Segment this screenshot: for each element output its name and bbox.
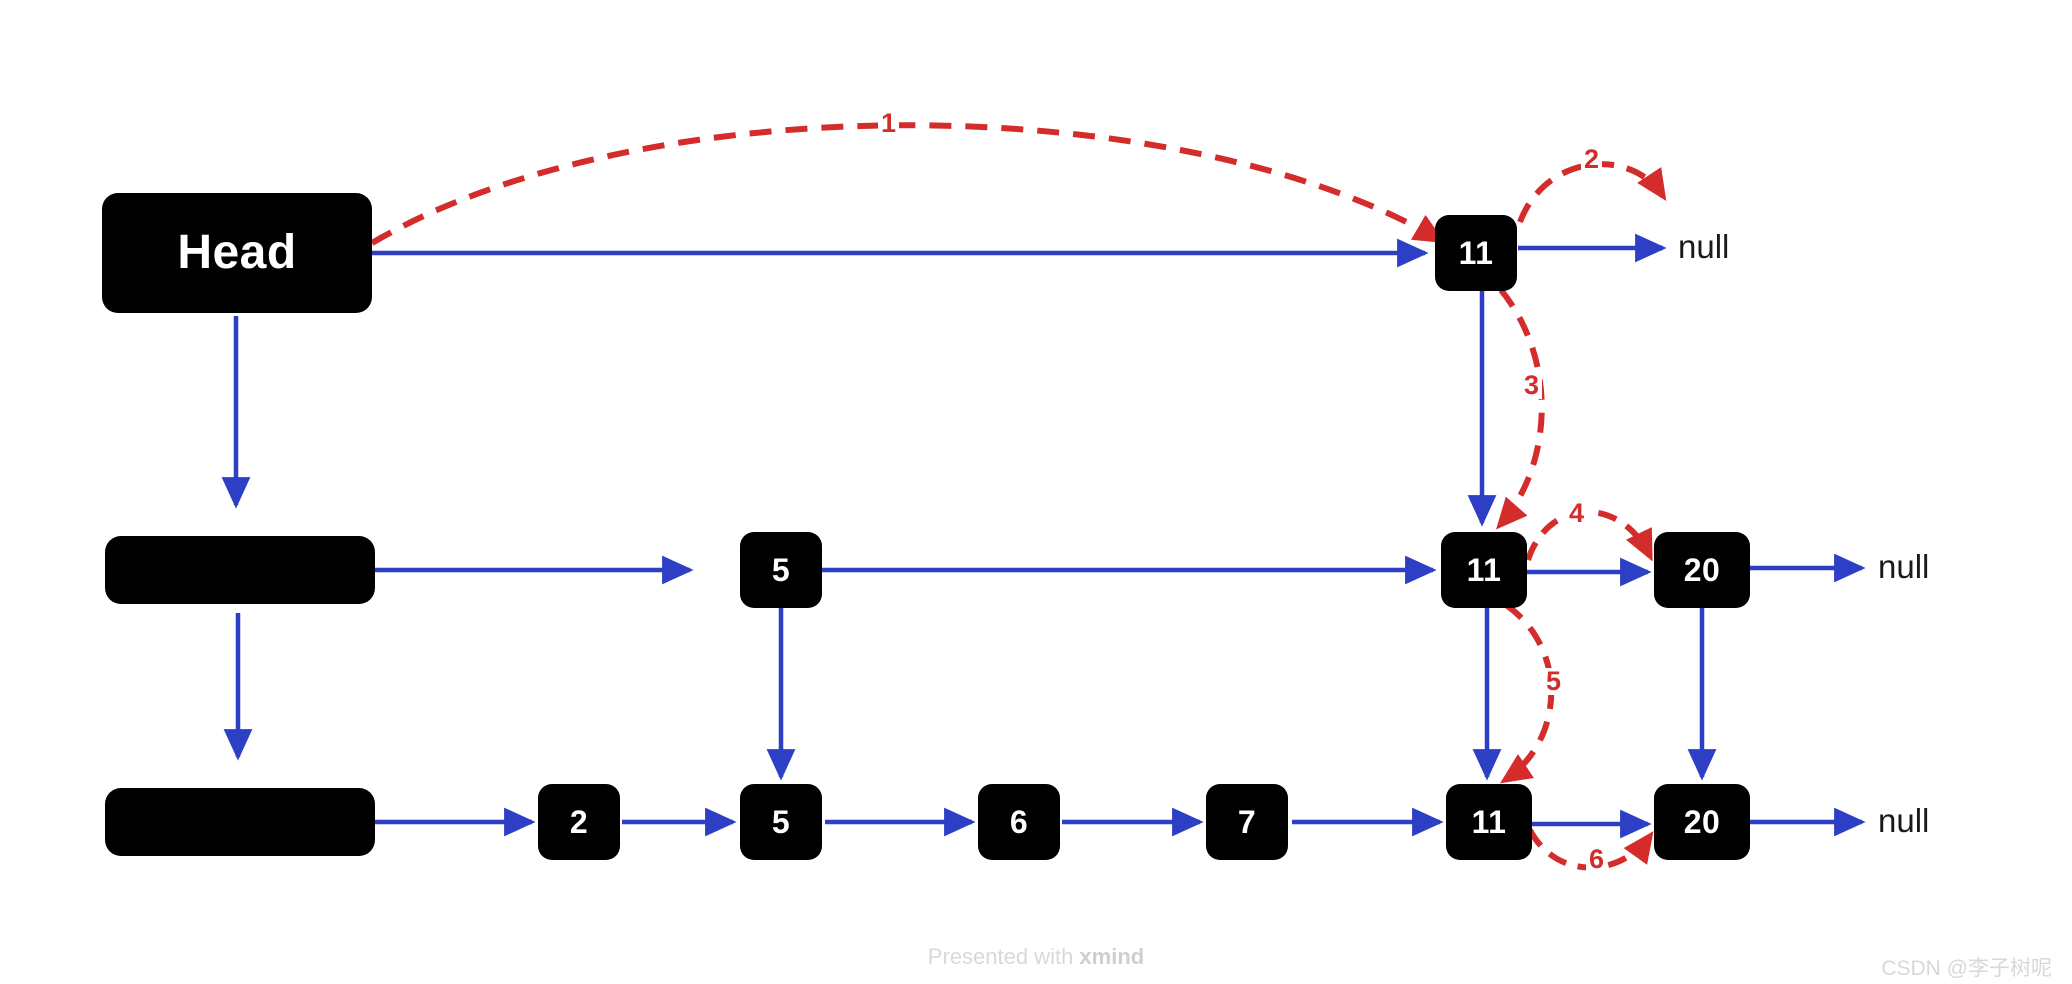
xmind-watermark-brand: xmind <box>1079 944 1145 969</box>
xmind-watermark: Presented with xmind <box>0 944 2072 970</box>
step-label-5: 5 <box>1543 668 1565 695</box>
node-level2-11[interactable]: 11 <box>1441 532 1527 608</box>
node-level3-11[interactable]: 11 <box>1435 215 1517 291</box>
node-level1-7-label: 7 <box>1237 804 1257 840</box>
step-label-3: 3 <box>1521 372 1543 399</box>
node-level2-5-label: 5 <box>771 552 791 588</box>
node-level1-20-label: 20 <box>1683 804 1721 840</box>
node-level1-head[interactable] <box>105 788 375 856</box>
node-level1-6[interactable]: 6 <box>978 784 1060 860</box>
node-level1-11-label: 11 <box>1471 804 1507 840</box>
null-label-level2: null <box>1878 548 1930 585</box>
null-label-level3: null <box>1678 228 1730 265</box>
step-label-2: 2 <box>1581 146 1603 173</box>
node-head-label: Head <box>177 226 297 279</box>
node-level1-11[interactable]: 11 <box>1446 784 1532 860</box>
node-level1-2-label: 2 <box>569 804 589 840</box>
csdn-watermark: CSDN @李子树呢 <box>1881 957 2052 980</box>
step-label-6: 6 <box>1586 846 1608 873</box>
node-level3-11-label: 11 <box>1458 235 1494 271</box>
step-arrow-4 <box>1525 508 1653 562</box>
node-level1-5-label: 5 <box>771 804 791 840</box>
node-level1-20[interactable]: 20 <box>1654 784 1750 860</box>
node-level2-20[interactable]: 20 <box>1654 532 1750 608</box>
node-level1-5[interactable]: 5 <box>740 784 822 860</box>
node-level2-head[interactable] <box>105 536 375 604</box>
step-arrow-3 <box>1496 288 1545 530</box>
node-level2-11-label: 11 <box>1466 552 1502 588</box>
diagram-canvas: Head 11 null 5 11 20 null 2 5 6 7 11 20 … <box>0 0 2072 984</box>
xmind-watermark-prefix: Presented with <box>927 944 1080 969</box>
step-label-1: 1 <box>878 110 900 137</box>
node-level1-6-label: 6 <box>1009 804 1029 840</box>
node-level1-7[interactable]: 7 <box>1206 784 1288 860</box>
node-level1-2[interactable]: 2 <box>538 784 620 860</box>
node-level2-5[interactable]: 5 <box>740 532 822 608</box>
node-level2-20-label: 20 <box>1683 552 1721 588</box>
null-label-level1: null <box>1878 802 1930 839</box>
step-arrow-1 <box>370 122 1446 246</box>
step-label-4: 4 <box>1566 500 1588 527</box>
node-head[interactable]: Head <box>102 193 372 313</box>
